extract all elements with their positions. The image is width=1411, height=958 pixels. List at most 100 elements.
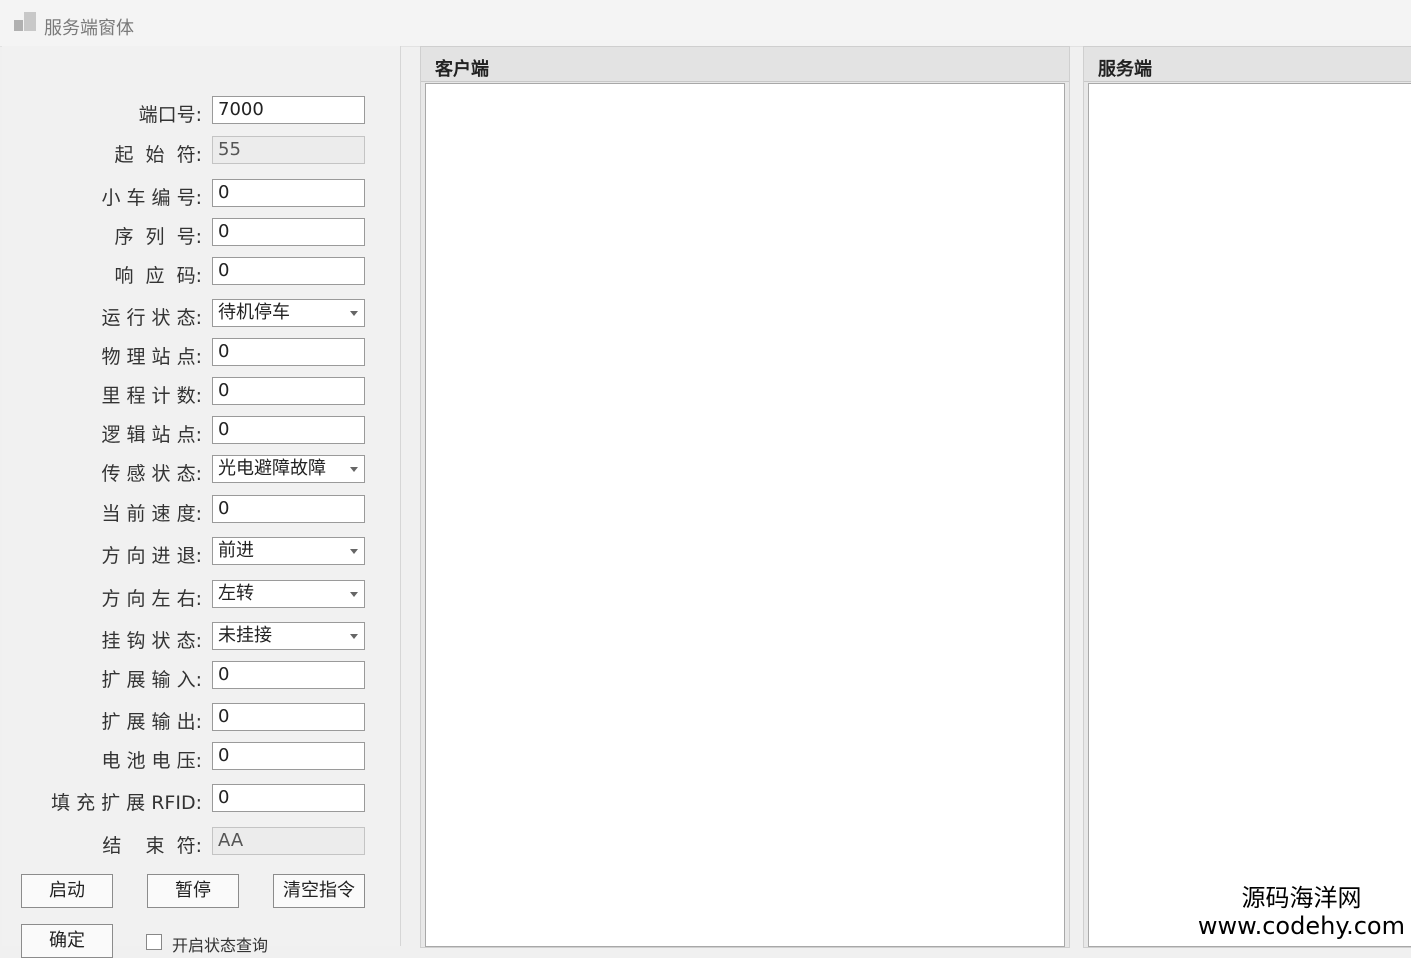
- chevron-down-icon[interactable]: [350, 549, 358, 554]
- client-panel: 客户端: [420, 46, 1070, 948]
- title-bar: 服务端窗体: [0, 0, 1411, 47]
- client-log-area[interactable]: [425, 83, 1065, 947]
- server-panel-header: 服务端: [1084, 47, 1411, 82]
- field-value: 光电避障故障: [218, 458, 326, 479]
- field-input[interactable]: 0: [212, 257, 365, 285]
- field-value: 0: [218, 745, 230, 766]
- field-label: 小 车 编 号:: [101, 187, 202, 209]
- chevron-down-icon[interactable]: [350, 634, 358, 639]
- field-input[interactable]: 0: [212, 742, 365, 770]
- field-dropdown[interactable]: 未挂接: [212, 622, 365, 650]
- field-value: 0: [218, 260, 230, 281]
- field-value: 0: [218, 706, 230, 727]
- field-label: 响 应 码:: [114, 265, 202, 287]
- field-value: 左转: [218, 583, 254, 604]
- field-input[interactable]: 0: [212, 338, 365, 366]
- field-label: 里 程 计 数:: [101, 385, 202, 407]
- field-label: 传 感 状 态:: [101, 463, 202, 485]
- form-row: 当 前 速 度: 0: [2, 495, 400, 525]
- form-row: 里 程 计 数: 0: [2, 377, 400, 407]
- field-label: 序 列 号:: [114, 226, 202, 248]
- field-input[interactable]: 0: [212, 179, 365, 207]
- form-row: 填 充 扩 展 RFID: 0: [2, 784, 400, 814]
- field-label: 挂 钩 状 态:: [101, 630, 202, 652]
- field-input: AA: [212, 827, 365, 855]
- form-row: 响 应 码: 0: [2, 257, 400, 287]
- form-row: 电 池 电 压: 0: [2, 742, 400, 772]
- field-label: 端口号:: [138, 104, 202, 126]
- field-value: AA: [218, 830, 244, 851]
- field-label: 填 充 扩 展 RFID:: [51, 792, 202, 814]
- confirm-button[interactable]: 确定: [21, 924, 113, 958]
- start-button[interactable]: 启动: [21, 874, 113, 908]
- field-value: 前进: [218, 540, 254, 561]
- form-row: 挂 钩 状 态: 未挂接: [2, 622, 400, 652]
- field-input[interactable]: 0: [212, 661, 365, 689]
- watermark-url: www.codehy.com: [1197, 912, 1405, 940]
- form-row: 序 列 号: 0: [2, 218, 400, 248]
- field-input: 55: [212, 136, 365, 164]
- watermark-name: 源码海洋网: [1241, 884, 1362, 912]
- form-row: 方 向 进 退: 前进: [2, 537, 400, 567]
- field-value: 7000: [218, 99, 264, 120]
- server-panel: 服务端: [1083, 46, 1411, 948]
- field-label: 方 向 进 退:: [101, 545, 202, 567]
- field-input[interactable]: 0: [212, 377, 365, 405]
- form-row: 运 行 状 态: 待机停车: [2, 299, 400, 329]
- field-input[interactable]: 0: [212, 703, 365, 731]
- settings-panel: 端口号: 7000 起 始 符: 55 小 车 编 号: 0 序 列 号: 0 响 应 码: 0 运…: [2, 46, 401, 946]
- field-value: 待机停车: [218, 302, 290, 323]
- field-label: 方 向 左 右:: [101, 588, 202, 610]
- field-label: 电 池 电 压:: [101, 750, 202, 772]
- field-value: 0: [218, 380, 230, 401]
- server-log-area[interactable]: [1088, 83, 1411, 947]
- field-value: 0: [218, 787, 230, 808]
- field-label: 起 始 符:: [114, 144, 202, 166]
- pause-button[interactable]: 暂停: [147, 874, 239, 908]
- form-row: 起 始 符: 55: [2, 136, 400, 166]
- chevron-down-icon[interactable]: [350, 467, 358, 472]
- field-value: 未挂接: [218, 625, 272, 646]
- field-value: 0: [218, 664, 230, 685]
- form-row: 端口号: 7000: [2, 96, 400, 126]
- field-input[interactable]: 7000: [212, 96, 365, 124]
- form-row: 小 车 编 号: 0: [2, 179, 400, 209]
- field-dropdown[interactable]: 前进: [212, 537, 365, 565]
- window-title: 服务端窗体: [44, 18, 134, 39]
- form-row: 传 感 状 态: 光电避障故障: [2, 455, 400, 485]
- field-label: 当 前 速 度:: [101, 503, 202, 525]
- chevron-down-icon[interactable]: [350, 592, 358, 597]
- field-value: 0: [218, 221, 230, 242]
- field-dropdown[interactable]: 光电避障故障: [212, 455, 365, 483]
- status-query-checkbox[interactable]: [146, 934, 162, 950]
- client-panel-header: 客户端: [421, 47, 1069, 82]
- field-label: 物 理 站 点:: [101, 346, 202, 368]
- field-input[interactable]: 0: [212, 218, 365, 246]
- field-value: 0: [218, 419, 230, 440]
- field-label: 扩 展 输 入:: [101, 669, 202, 691]
- field-value: 55: [218, 139, 241, 160]
- form-row: 扩 展 输 入: 0: [2, 661, 400, 691]
- field-label: 运 行 状 态:: [101, 307, 202, 329]
- form-row: 扩 展 输 出: 0: [2, 703, 400, 733]
- field-input[interactable]: 0: [212, 495, 365, 523]
- field-label: 结 束 符:: [102, 835, 202, 857]
- clear-commands-button[interactable]: 清空指令: [273, 874, 365, 908]
- form-row: 逻 辑 站 点: 0: [2, 416, 400, 446]
- field-dropdown[interactable]: 待机停车: [212, 299, 365, 327]
- field-value: 0: [218, 182, 230, 203]
- client-panel-title: 客户端: [435, 59, 489, 80]
- form-row: 结 束 符: AA: [2, 827, 400, 857]
- form-row: 方 向 左 右: 左转: [2, 580, 400, 610]
- app-icon: [14, 12, 36, 34]
- server-panel-title: 服务端: [1098, 59, 1152, 80]
- field-label: 逻 辑 站 点:: [101, 424, 202, 446]
- field-label: 扩 展 输 出:: [101, 711, 202, 733]
- chevron-down-icon[interactable]: [350, 311, 358, 316]
- watermark: 源码海洋网 www.codehy.com: [1195, 884, 1407, 940]
- field-input[interactable]: 0: [212, 416, 365, 444]
- field-value: 0: [218, 341, 230, 362]
- field-dropdown[interactable]: 左转: [212, 580, 365, 608]
- form-row: 物 理 站 点: 0: [2, 338, 400, 368]
- field-input[interactable]: 0: [212, 784, 365, 812]
